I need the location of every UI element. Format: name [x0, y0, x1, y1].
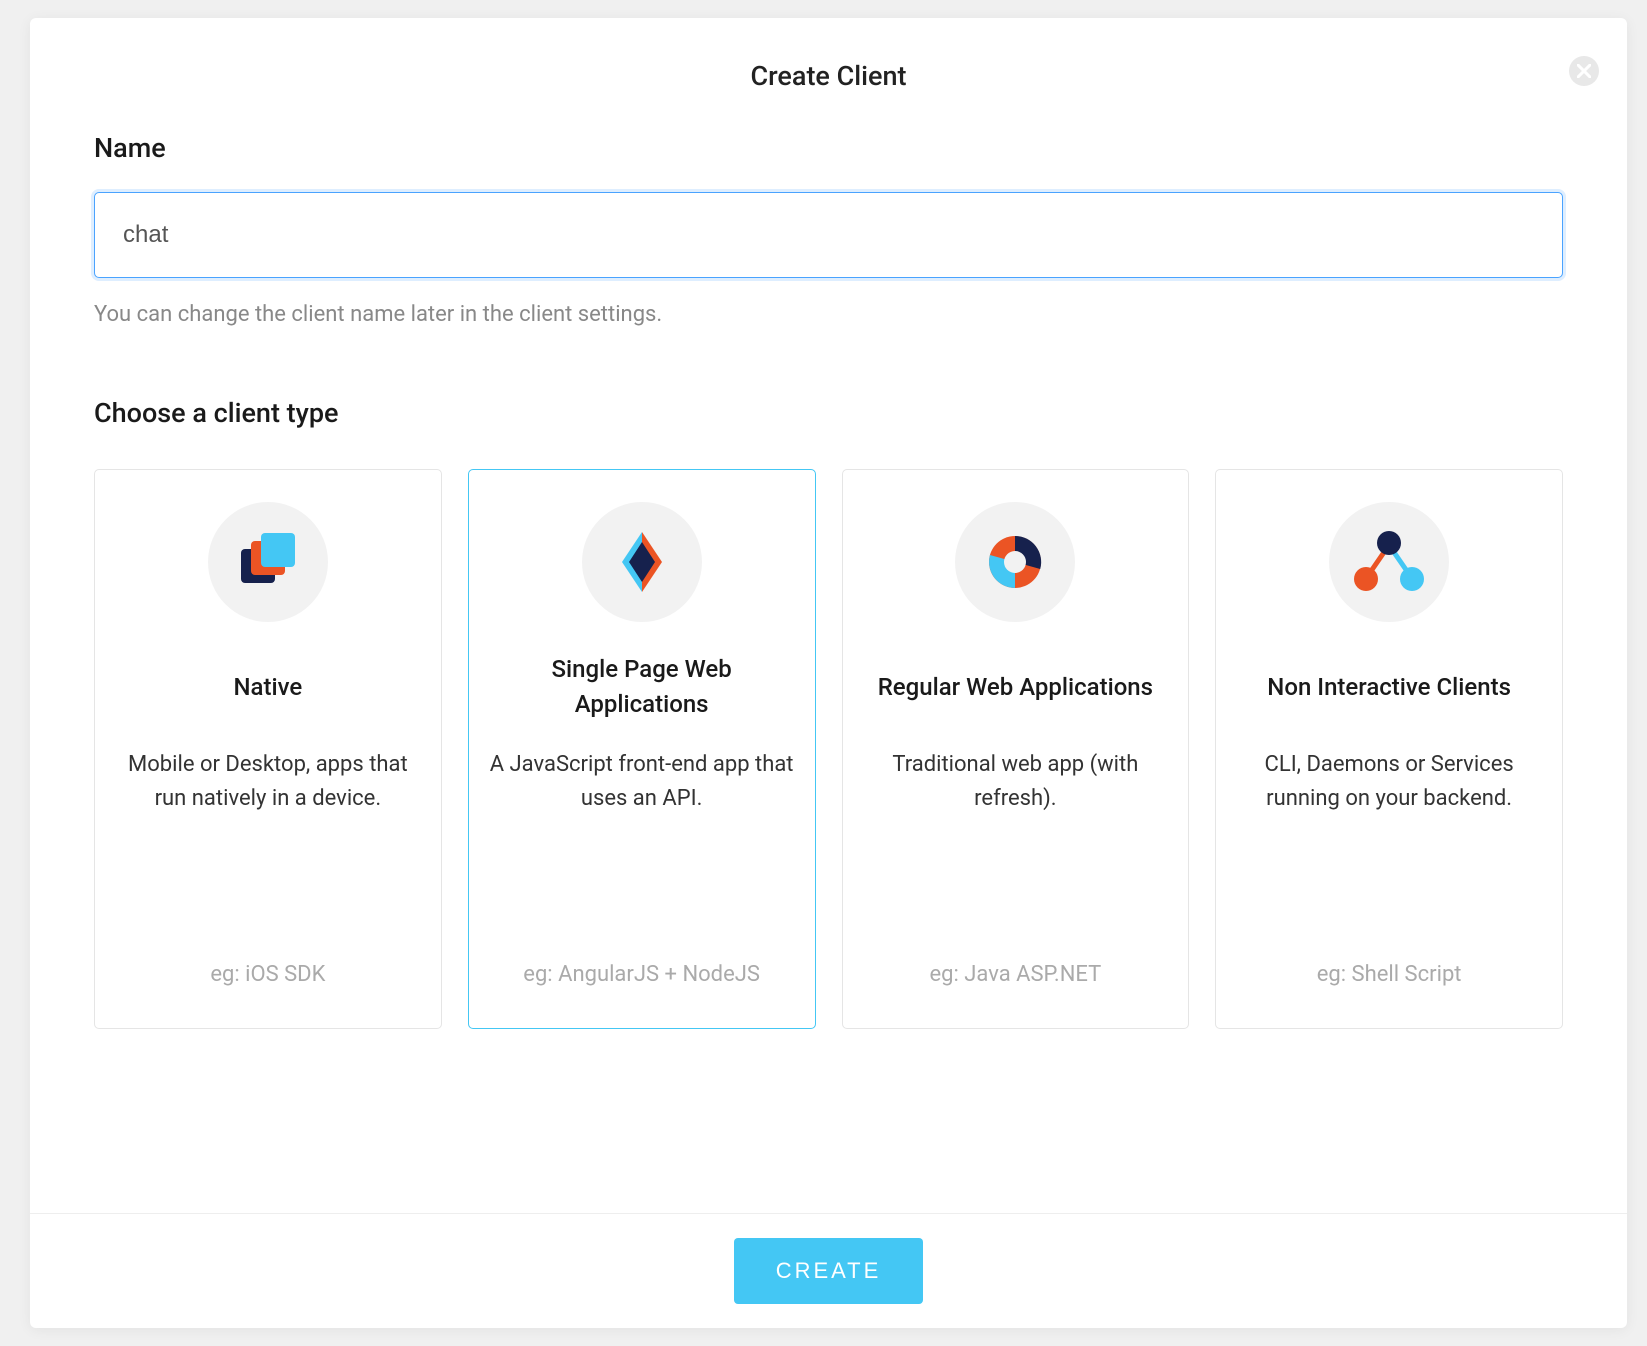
card-description: A JavaScript front-end app that uses an …: [489, 748, 795, 816]
card-example: eg: iOS SDK: [210, 958, 325, 992]
close-icon[interactable]: [1569, 56, 1599, 86]
client-type-card-regular-web[interactable]: Regular Web Applications Traditional web…: [842, 469, 1190, 1029]
nodes-icon: [1329, 502, 1449, 622]
client-type-label: Choose a client type: [94, 397, 1563, 429]
card-example: eg: Shell Script: [1317, 958, 1462, 992]
modal-header: Create Client: [30, 18, 1627, 102]
client-type-grid: Native Mobile or Desktop, apps that run …: [94, 469, 1563, 1029]
card-description: Mobile or Desktop, apps that run nativel…: [115, 748, 421, 816]
modal-title: Create Client: [50, 60, 1607, 92]
card-example: eg: AngularJS + NodeJS: [523, 958, 760, 992]
client-type-card-native[interactable]: Native Mobile or Desktop, apps that run …: [94, 469, 442, 1029]
create-button[interactable]: CREATE: [734, 1238, 924, 1304]
card-title: Regular Web Applications: [878, 652, 1153, 722]
stacked-squares-icon: [208, 502, 328, 622]
card-title: Single Page Web Applications: [489, 652, 795, 722]
donut-icon: [955, 502, 1075, 622]
card-description: Traditional web app (with refresh).: [863, 748, 1169, 816]
client-name-input[interactable]: [94, 192, 1563, 278]
create-client-modal: Create Client Name You can change the cl…: [30, 18, 1627, 1328]
name-hint: You can change the client name later in …: [94, 302, 1563, 327]
client-type-card-spa[interactable]: Single Page Web Applications A JavaScrip…: [468, 469, 816, 1029]
card-example: eg: Java ASP.NET: [929, 958, 1101, 992]
diamond-icon: [582, 502, 702, 622]
card-title: Native: [234, 652, 303, 722]
card-description: CLI, Daemons or Services running on your…: [1236, 748, 1542, 816]
card-title: Non Interactive Clients: [1267, 652, 1511, 722]
modal-footer: CREATE: [30, 1213, 1627, 1328]
client-type-card-non-interactive[interactable]: Non Interactive Clients CLI, Daemons or …: [1215, 469, 1563, 1029]
name-label: Name: [94, 132, 1563, 164]
modal-body: Name You can change the client name late…: [30, 102, 1627, 1213]
